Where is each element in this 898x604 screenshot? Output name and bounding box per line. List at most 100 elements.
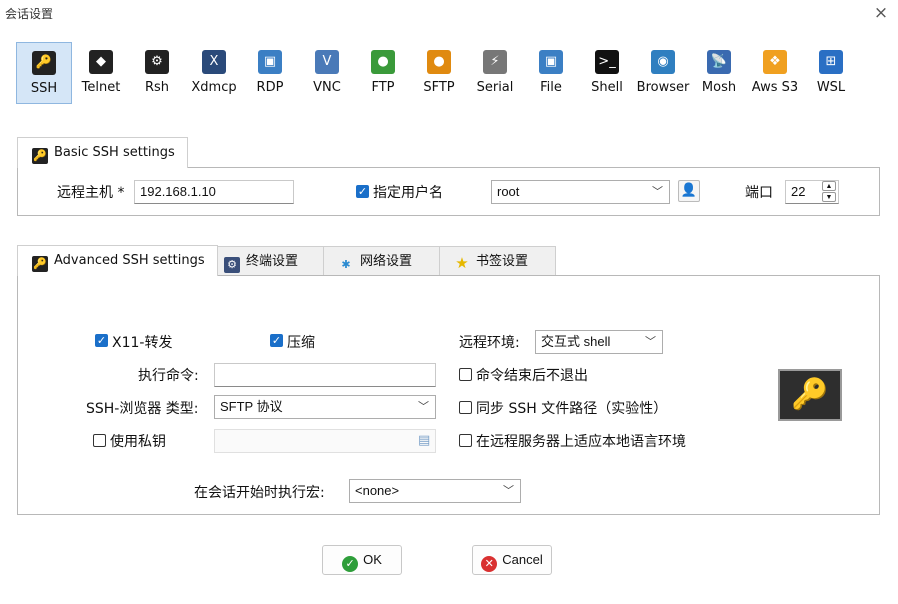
protocol-label: SFTP	[423, 80, 455, 95]
port-down-icon[interactable]: ▼	[822, 192, 836, 202]
protocol-rsh-button[interactable]: ⚙ Rsh	[129, 42, 185, 104]
port-label: 端口	[745, 185, 773, 201]
rdp-icon: ▣	[258, 50, 282, 74]
protocol-ftp-button[interactable]: ● FTP	[355, 42, 411, 104]
protocol-shell-button[interactable]: >_ Shell	[579, 42, 635, 104]
ok-label: OK	[363, 552, 382, 567]
no-exit-label: 命令结束后不退出	[476, 368, 588, 384]
protocol-label: Mosh	[701, 80, 737, 95]
ftp-globe-icon: ●	[371, 50, 395, 74]
protocol-xdmcp-button[interactable]: X Xdmcp	[186, 42, 242, 104]
file-monitor-icon: ▣	[539, 50, 563, 74]
protocol-label: SSH	[30, 81, 58, 96]
user-manager-icon[interactable]: 👤	[678, 180, 700, 202]
private-key-label: 使用私钥	[110, 434, 166, 450]
protocol-label: Aws S3	[751, 80, 799, 95]
cancel-label: Cancel	[502, 552, 543, 567]
private-key-checkbox[interactable]	[93, 434, 106, 447]
check-icon: ✓	[342, 556, 359, 572]
protocol-bar: 🔑 SSH ◆ Telnet ⚙ Rsh X Xdmcp ▣ RDP V VNC ● FTP ● SFTP ⚡ S…	[16, 42, 882, 106]
specify-username-label: 指定用户名	[373, 185, 443, 201]
protocol-rdp-button[interactable]: ▣ RDP	[242, 42, 298, 104]
advanced-settings-panel: ✓ X11-转发 ✓ 压缩 远程环境: 交互式 shell ﹀ 执行命令: 命令…	[17, 275, 880, 515]
protocol-label: VNC	[313, 80, 341, 95]
file-browse-icon[interactable]: ▤	[418, 433, 430, 448]
protocol-sftp-button[interactable]: ● SFTP	[411, 42, 467, 104]
chevron-down-icon: ﹀	[645, 336, 656, 348]
private-key-input[interactable]	[214, 429, 436, 453]
tab-label: 网络设置	[360, 254, 413, 269]
execute-command-label: 执行命令:	[138, 368, 199, 384]
no-exit-checkbox[interactable]	[459, 368, 472, 381]
remote-environment-label: 远程环境:	[459, 335, 520, 351]
tab-advanced-ssh-settings[interactable]: 🔑 Advanced SSH settings	[17, 245, 218, 276]
cancel-button[interactable]: ✕ Cancel	[472, 545, 552, 575]
rsh-icon: ⚙	[145, 50, 169, 74]
macro-select[interactable]: <none> ﹀	[349, 479, 521, 503]
protocol-aws-s3-button[interactable]: ❖ Aws S3	[747, 42, 803, 104]
sftp-globe-icon: ●	[427, 50, 451, 74]
specify-username-checkbox[interactable]: ✓	[356, 185, 369, 198]
browser-type-value: SFTP 协议	[220, 399, 283, 414]
shell-terminal-icon: >_	[595, 50, 619, 74]
browser-globe-icon: ◉	[651, 50, 675, 74]
cancel-x-icon: ✕	[481, 556, 498, 572]
tab-label: Basic SSH settings	[54, 145, 175, 160]
vnc-icon: V	[315, 50, 339, 74]
protocol-ssh-button[interactable]: 🔑 SSH	[16, 42, 72, 104]
execute-command-input[interactable]	[214, 363, 436, 387]
compression-checkbox[interactable]: ✓	[270, 334, 283, 347]
ssh-key-large-icon: 🔑	[778, 369, 842, 421]
telnet-icon: ◆	[89, 50, 113, 74]
browser-type-select[interactable]: SFTP 协议 ﹀	[214, 395, 436, 419]
port-up-icon[interactable]: ▲	[822, 181, 836, 191]
remote-host-label: 远程主机 *	[57, 185, 125, 201]
network-icon: ✱	[341, 258, 351, 271]
window-title: 会话设置	[5, 7, 54, 21]
tab-network-settings[interactable]: ✱ 网络设置	[323, 246, 440, 277]
port-stepper[interactable]: 22 ▲ ▼	[785, 180, 839, 204]
protocol-label: Browser	[636, 80, 690, 95]
protocol-label: WSL	[816, 80, 846, 95]
tab-bookmark-settings[interactable]: ★ 书签设置	[439, 246, 556, 277]
protocol-telnet-button[interactable]: ◆ Telnet	[73, 42, 129, 104]
locale-label: 在远程服务器上适应本地语言环境	[476, 434, 686, 450]
protocol-wsl-button[interactable]: ⊞ WSL	[803, 42, 859, 104]
locale-checkbox[interactable]	[459, 434, 472, 447]
protocol-mosh-button[interactable]: 📡 Mosh	[691, 42, 747, 104]
protocol-label: Serial	[476, 80, 514, 95]
protocol-file-button[interactable]: ▣ File	[523, 42, 579, 104]
chevron-down-icon: ﹀	[652, 186, 663, 198]
remote-host-input[interactable]: 192.168.1.10	[134, 180, 294, 204]
protocol-label: Telnet	[81, 80, 121, 95]
port-value: 22	[791, 184, 806, 199]
key-icon: 🔑	[32, 256, 48, 272]
bookmark-star-icon: ★	[455, 254, 469, 272]
title-bar: 会话设置 ×	[0, 0, 898, 28]
macro-label: 在会话开始时执行宏:	[194, 485, 325, 501]
protocol-label: Shell	[591, 80, 623, 95]
username-select[interactable]: root ﹀	[491, 180, 670, 204]
x11-forwarding-checkbox[interactable]: ✓	[95, 334, 108, 347]
protocol-label: FTP	[371, 80, 395, 95]
basic-settings-panel: 远程主机 * 192.168.1.10 ✓ 指定用户名 root ﹀ 👤 端口 …	[17, 167, 880, 216]
serial-plug-icon: ⚡	[483, 50, 507, 74]
aws-s3-icon: ❖	[763, 50, 787, 74]
windows-icon: ⊞	[819, 50, 843, 74]
tab-terminal-settings[interactable]: ⚙ 终端设置	[209, 246, 324, 277]
sync-path-checkbox[interactable]	[459, 401, 472, 414]
remote-environment-select[interactable]: 交互式 shell ﹀	[535, 330, 663, 354]
close-icon[interactable]: ×	[870, 2, 892, 24]
tab-basic-ssh-settings[interactable]: 🔑 Basic SSH settings	[17, 137, 188, 168]
x11-forwarding-label: X11-转发	[112, 335, 173, 351]
mosh-satellite-icon: 📡	[707, 50, 731, 74]
protocol-vnc-button[interactable]: V VNC	[299, 42, 355, 104]
protocol-browser-button[interactable]: ◉ Browser	[635, 42, 691, 104]
tab-label: 终端设置	[246, 254, 299, 269]
protocol-label: Xdmcp	[191, 80, 237, 95]
browser-type-label: SSH-浏览器 类型:	[86, 401, 199, 417]
tab-label: 书签设置	[476, 254, 529, 269]
protocol-serial-button[interactable]: ⚡ Serial	[467, 42, 523, 104]
username-value: root	[497, 184, 520, 199]
ok-button[interactable]: ✓ OK	[322, 545, 402, 575]
